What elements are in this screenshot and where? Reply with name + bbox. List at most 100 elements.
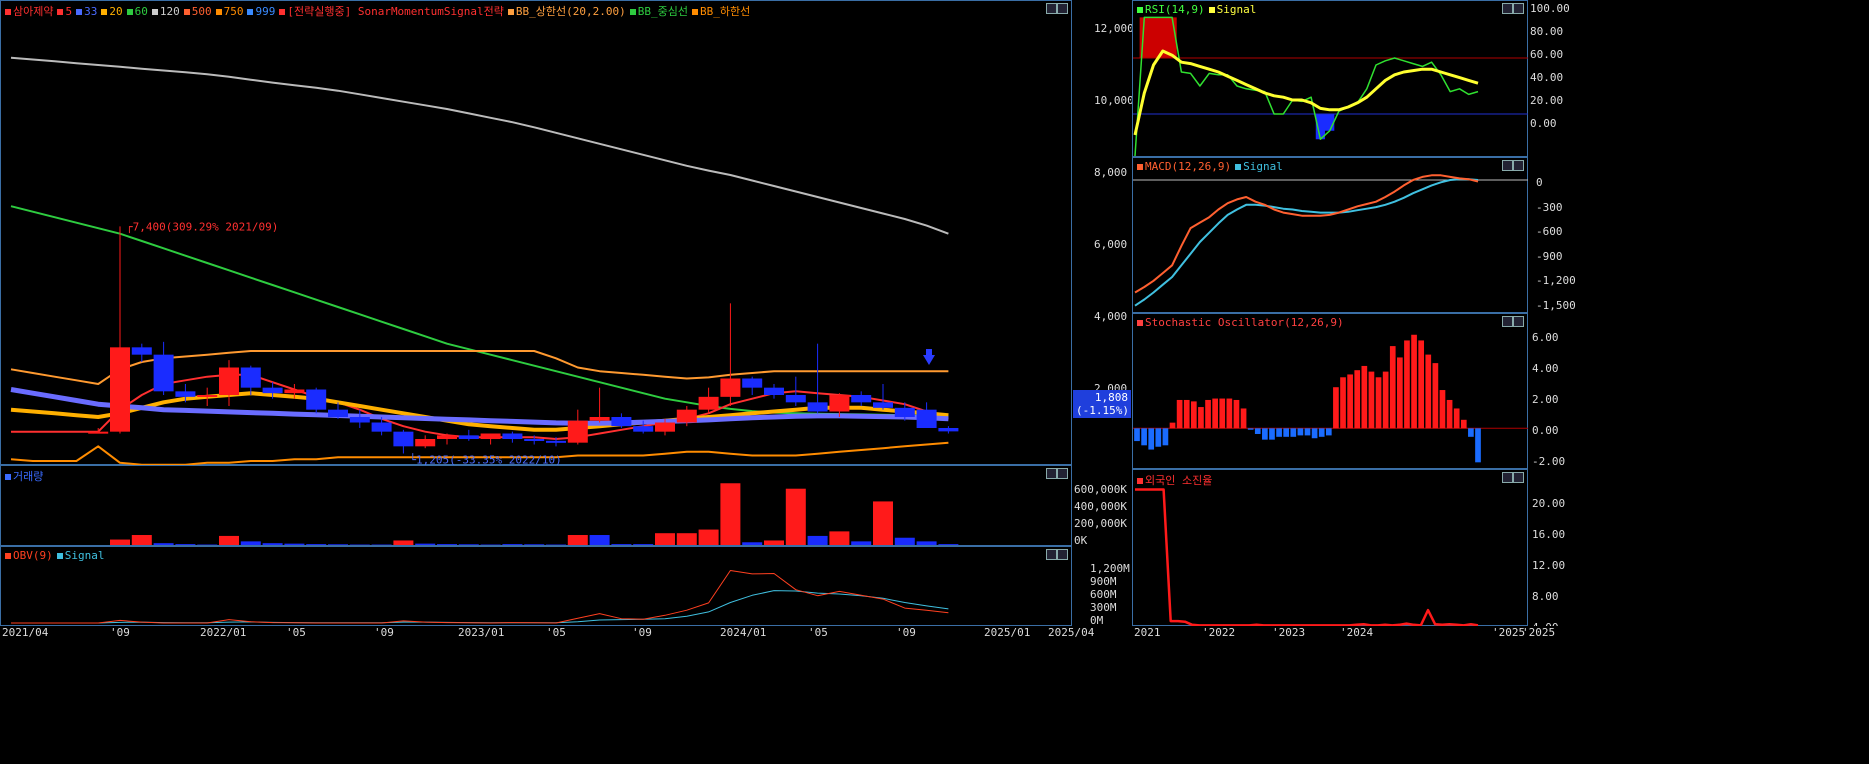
stochastic-bar [1276,428,1282,437]
y-tick-label: 12,000 [1094,22,1134,35]
candle-body [328,409,348,417]
volume-bar [306,544,327,545]
panel-close-icon[interactable] [1057,549,1068,560]
volume-panel[interactable]: 거래량 [0,465,1072,546]
legend-label: BB_상한선(20,2.00) [515,5,626,18]
x-tick-label: '09 [374,626,394,639]
legend-item: 5 [57,5,74,18]
macd-panel[interactable]: MACD(12,26,9) Signal [1132,157,1529,313]
volume-bar [916,541,937,545]
volume-bar [567,535,588,545]
legend-label: 60 [134,5,148,18]
legend-item: Signal [56,549,107,562]
legend-swatch-icon [151,9,158,15]
volume-bar [219,535,239,545]
y-tick-label: -1,500 [1536,298,1576,312]
stochastic-panel[interactable]: Stochastic Oscillator(12,26,9) [1132,313,1529,469]
legend-item: 20 [101,5,124,18]
legend-label: 외국인 소진율 [1145,474,1213,487]
stochastic-bar [1262,428,1268,440]
volume-bar [676,533,697,545]
legend-label: Signal [1243,160,1283,173]
legend-item: 삼아제약 [5,5,55,18]
price-panel[interactable]: 삼아제약 5 33 20 60 120 500 750 999 [전략실행중] SonarMome… [0,0,1072,466]
stochastic-bar [1212,398,1218,429]
x-tick-label: 2023/01 [458,626,505,639]
legend-label: 20 [109,5,123,18]
stochastic-bar [1375,377,1382,429]
y-tick-label: 0.00 [1530,117,1557,130]
volume-bar [851,541,872,545]
panel-maximize-icon[interactable] [1502,472,1513,483]
stochastic-bar [1411,334,1417,429]
panel-close-icon[interactable] [1513,3,1524,14]
y-tick-label: 20.00 [1532,497,1566,510]
candle-body [371,422,392,432]
legend-item: 33 [76,5,99,18]
panel-close-icon[interactable] [1513,316,1524,327]
stochastic-bar [1176,399,1183,429]
panel-maximize-icon[interactable] [1046,549,1057,560]
candle-body [785,395,806,403]
volume-bar [240,541,261,545]
current-price-box: 1,808 (-1.15%) [1073,390,1131,418]
candle-body [415,439,436,447]
volume-bar [611,544,632,545]
rsi-panel[interactable]: RSI(14,9) Signal [1132,0,1529,157]
sell-signal-arrow-icon [923,355,935,365]
y-tick-label: 100.00 [1530,2,1570,15]
candle-body [589,417,610,421]
foreign-ownership-line [1135,488,1479,627]
volume-bar [807,535,828,545]
stochastic-bar [1141,428,1147,446]
stochastic-legend: Stochastic Oscillator(12,26,9) [1137,316,1348,329]
panel-close-icon[interactable] [1513,160,1524,171]
legend-item: BB_하한선 [691,5,752,18]
stochastic-bar [1226,398,1233,429]
current-price: 1,808 [1094,391,1128,404]
panel-maximize-icon[interactable] [1046,468,1057,479]
panel-maximize-icon[interactable] [1502,316,1513,327]
panel-close-icon[interactable] [1057,468,1068,479]
y-tick-label: -1,200 [1536,274,1576,287]
macd-signal-line [1134,178,1479,307]
legend-swatch-icon [5,9,11,15]
panel-maximize-icon[interactable] [1502,160,1513,171]
obv-legend: OBV(9) Signal [5,549,109,562]
x-tick-label: '2024 [1340,626,1374,639]
legend-label: Signal [1216,3,1257,16]
x-tick-label: 2021 [1134,626,1161,639]
stochastic-axis: 6.00 4.00 2.00 0.00 -2.00 [1528,313,1569,469]
y-tick-label: 4,000 [1094,310,1128,323]
stochastic-bar [1134,428,1140,442]
volume-bar [524,544,545,545]
panel-close-icon[interactable] [1057,3,1068,14]
stochastic-bar [1283,428,1290,437]
legend-swatch-icon [183,9,190,15]
stochastic-bar [1432,363,1439,429]
legend-item: 60 [126,5,150,18]
candle-body [284,389,305,394]
legend-swatch-icon [101,9,108,15]
series-line-120 [10,56,949,235]
panel-close-icon[interactable] [1513,472,1524,483]
legend-label: 120 [159,5,180,18]
legend-label: Signal [64,549,105,562]
stochastic-bar [1183,399,1190,429]
rsi-axis: 100.00 80.00 60.00 40.00 20.00 0.00 [1528,0,1570,157]
candle-body [306,389,327,410]
y-tick-label: 0 [1536,176,1543,189]
panel-maximize-icon[interactable] [1502,3,1513,14]
obv-panel[interactable]: OBV(9) Signal [0,546,1072,626]
current-change: (-1.15%) [1076,404,1129,417]
obv-line [11,570,949,624]
legend-item: Signal [1208,3,1259,16]
stochastic-bar [1205,399,1211,429]
candle-body [851,395,872,403]
foreign-ownership-panel[interactable]: 외국인 소진율 [1132,469,1528,627]
legend-item: 750 [215,5,246,18]
legend-label: 500 [191,5,212,18]
y-tick-label: 40.00 [1530,71,1564,84]
candle-body [676,409,697,423]
panel-maximize-icon[interactable] [1046,3,1057,14]
